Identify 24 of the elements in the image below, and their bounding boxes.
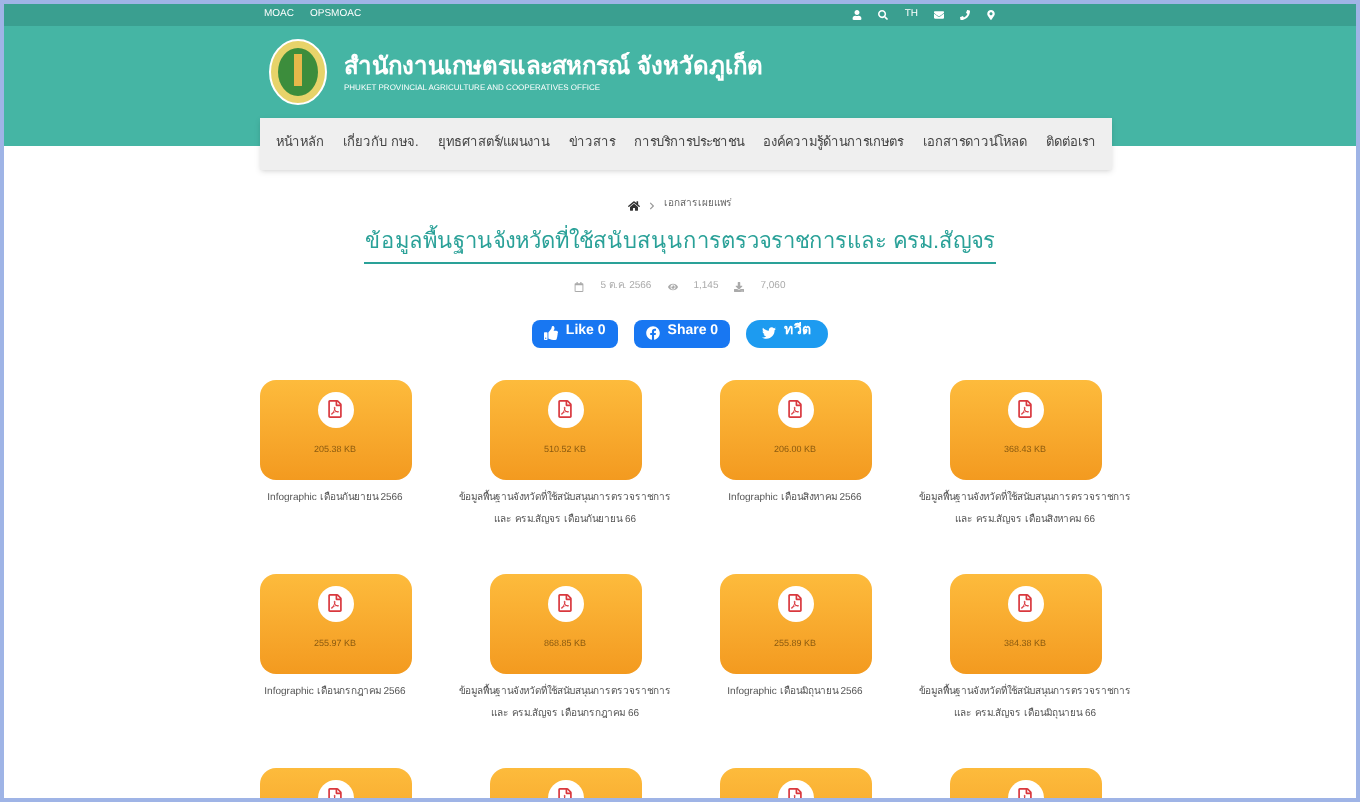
mail-icon[interactable] <box>934 10 944 20</box>
eye-icon <box>667 282 678 293</box>
pdf-file-icon <box>317 585 353 621</box>
location-pin-icon[interactable] <box>986 10 996 20</box>
bird-icon <box>762 326 777 340</box>
thumbs-up-icon <box>543 326 558 340</box>
pdf-file-icon <box>777 585 813 621</box>
download-icon <box>734 282 745 293</box>
pdf-file-icon <box>547 585 583 621</box>
page-title: ข้อมูลพื้นฐานจังหวัดที่ใช้สนับสนุนการตรวจราชการและ ครม.สัญจร <box>364 225 996 264</box>
pdf-file-icon <box>317 391 353 427</box>
pdf-file-icon <box>547 391 583 427</box>
pdf-file-icon <box>777 391 813 427</box>
home-icon[interactable] <box>628 199 640 212</box>
phone-icon[interactable] <box>960 10 970 20</box>
calendar-icon <box>574 282 585 293</box>
user-icon[interactable] <box>852 10 863 20</box>
pdf-file-icon <box>1007 585 1043 621</box>
emblem-logo-icon <box>268 38 328 106</box>
search-icon[interactable] <box>878 10 889 20</box>
facebook-icon <box>645 326 660 340</box>
site-title: สำนักงานเกษตรและสหกรณ์ จังหวัดภูเก็ต <box>344 52 763 82</box>
chevron-right-icon <box>648 201 656 210</box>
pdf-file-icon <box>1007 391 1043 427</box>
